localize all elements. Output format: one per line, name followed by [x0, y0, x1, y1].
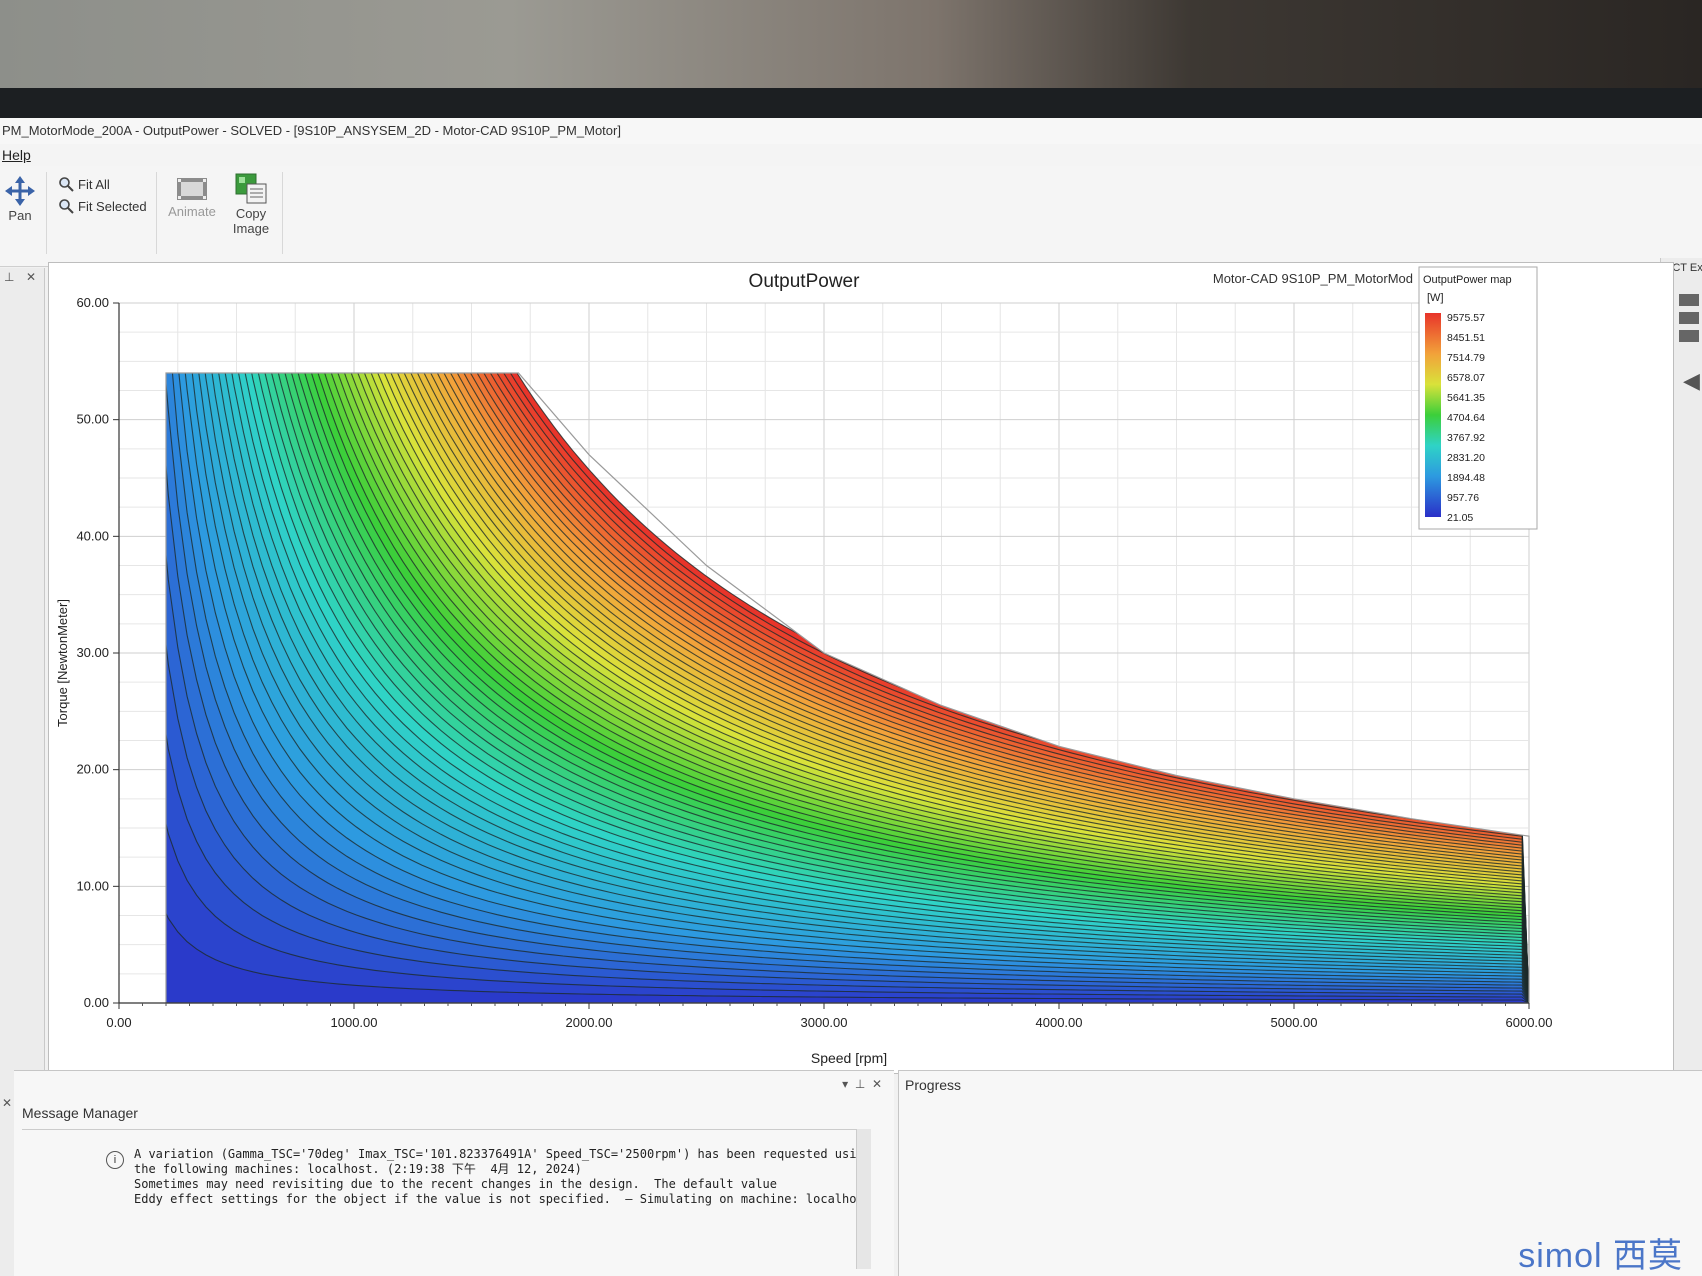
x-tick-label: 2000.00: [566, 1015, 613, 1030]
close-icon[interactable]: ✕: [2, 1096, 12, 1110]
legend-value: 957.76: [1447, 492, 1479, 504]
plot-window: 0.00 1000.00 2000.00 3000.00 4000.00 5000.00 6…: [48, 262, 1674, 1074]
toolbar-icon[interactable]: [1679, 312, 1699, 324]
toolbar-icon[interactable]: [1679, 294, 1699, 306]
divider: [22, 1129, 862, 1130]
x-axis-label: Speed [rpm]: [811, 1050, 887, 1066]
legend-value: 8451.51: [1447, 332, 1485, 344]
pin-icon[interactable]: ⊥: [4, 270, 14, 284]
y-tick-label: 40.00: [76, 528, 109, 543]
message-text[interactable]: A variation (Gamma_TSC='70deg' Imax_TSC=…: [134, 1147, 874, 1207]
toolbar-ribbon: Pan Fit All Fit Selected Animate Copy Im…: [0, 166, 1702, 267]
legend-unit: [W]: [1427, 292, 1444, 304]
pin-icon[interactable]: ⊥: [855, 1077, 865, 1091]
ribbon-separator: [156, 172, 157, 254]
message-manager-panel: ▾ ⊥ ✕ Message Manager i A variation (Gam…: [14, 1070, 894, 1276]
x-tick-label: 0.00: [106, 1015, 131, 1030]
legend-value: 2831.20: [1447, 452, 1485, 464]
plot-title: OutputPower: [749, 271, 861, 292]
pan-button[interactable]: Pan: [0, 174, 40, 223]
y-tick-label: 50.00: [76, 412, 109, 427]
legend-value: 3767.92: [1447, 432, 1485, 444]
legend-value: 7514.79: [1447, 352, 1485, 364]
y-tick-label: 30.00: [76, 645, 109, 660]
pan-label: Pan: [8, 208, 32, 223]
panel-controls: ▾ ⊥ ✕: [842, 1077, 882, 1091]
pan-icon: [5, 176, 35, 206]
legend-value: 4704.64: [1447, 412, 1485, 424]
x-tick-label: 5000.00: [1271, 1015, 1318, 1030]
window-title: PM_MotorMode_200A - OutputPower - SOLVED…: [0, 118, 1702, 144]
scrollbar[interactable]: [856, 1129, 871, 1269]
x-tick-label: 6000.00: [1506, 1015, 1553, 1030]
close-icon[interactable]: ✕: [26, 270, 36, 284]
legend-value: 6578.07: [1447, 372, 1485, 384]
message-manager-title: Message Manager: [22, 1105, 138, 1121]
monitor-bezel: [0, 88, 1702, 120]
output-power-chart[interactable]: 0.00 1000.00 2000.00 3000.00 4000.00 5000.00 6…: [49, 263, 1673, 1073]
fit-all-button[interactable]: Fit All: [58, 176, 110, 192]
legend-value: 1894.48: [1447, 472, 1485, 484]
application-window: PM_MotorMode_200A - OutputPower - SOLVED…: [0, 118, 1702, 1276]
dropdown-icon[interactable]: ▾: [842, 1077, 848, 1091]
copy-image-button[interactable]: Copy Image: [226, 172, 276, 236]
y-tick-label: 60.00: [76, 295, 109, 310]
background-wall: [0, 0, 1702, 90]
progress-title: Progress: [905, 1077, 962, 1093]
y-axis-label: Torque [NewtonMeter]: [55, 599, 70, 727]
x-tick-label: 3000.00: [801, 1015, 848, 1030]
magnifier-icon: [59, 177, 74, 192]
animate-label: Animate: [168, 204, 216, 219]
fit-selected-button[interactable]: Fit Selected: [58, 198, 147, 214]
plot-subtitle: Motor-CAD 9S10P_PM_MotorMod: [1213, 271, 1413, 286]
y-tick-label: 0.00: [84, 995, 109, 1010]
legend-value: 21.05: [1447, 512, 1473, 524]
ribbon-separator: [282, 172, 283, 254]
legend-title: OutputPower map: [1423, 274, 1512, 286]
copy-image-label-1: Copy: [235, 206, 267, 221]
watermark-logo: simol 西莫: [1518, 1237, 1683, 1275]
y-tick-label: 20.00: [76, 762, 109, 777]
close-icon[interactable]: ✕: [872, 1077, 882, 1091]
copy-image-icon: [235, 173, 267, 204]
progress-panel: Progress simol 西莫: [898, 1070, 1702, 1276]
menu-bar: Help: [0, 144, 1702, 167]
fit-selected-label: Fit Selected: [78, 198, 147, 214]
film-icon: [177, 178, 207, 200]
arrow-left-icon[interactable]: ◀: [1683, 368, 1700, 394]
animate-button[interactable]: Animate: [162, 174, 222, 219]
toolbar-icon[interactable]: [1679, 330, 1699, 342]
fit-all-label: Fit All: [78, 176, 110, 192]
legend-value: 5641.35: [1447, 392, 1485, 404]
legend-color-bar: [1425, 313, 1441, 517]
x-tick-label: 1000.00: [331, 1015, 378, 1030]
y-tick-label: 10.00: [76, 878, 109, 893]
copy-image-label-2: Image: [232, 221, 270, 236]
x-tick-label: 4000.00: [1036, 1015, 1083, 1030]
legend: OutputPower map [W] 9575.57 8451.51 7514.7…: [1418, 266, 1538, 530]
ribbon-separator: [46, 172, 47, 254]
legend-value: 9575.57: [1447, 312, 1485, 324]
menu-item-help[interactable]: Help: [0, 147, 31, 163]
info-icon: i: [106, 1151, 124, 1169]
magnifier-icon: [59, 199, 74, 214]
